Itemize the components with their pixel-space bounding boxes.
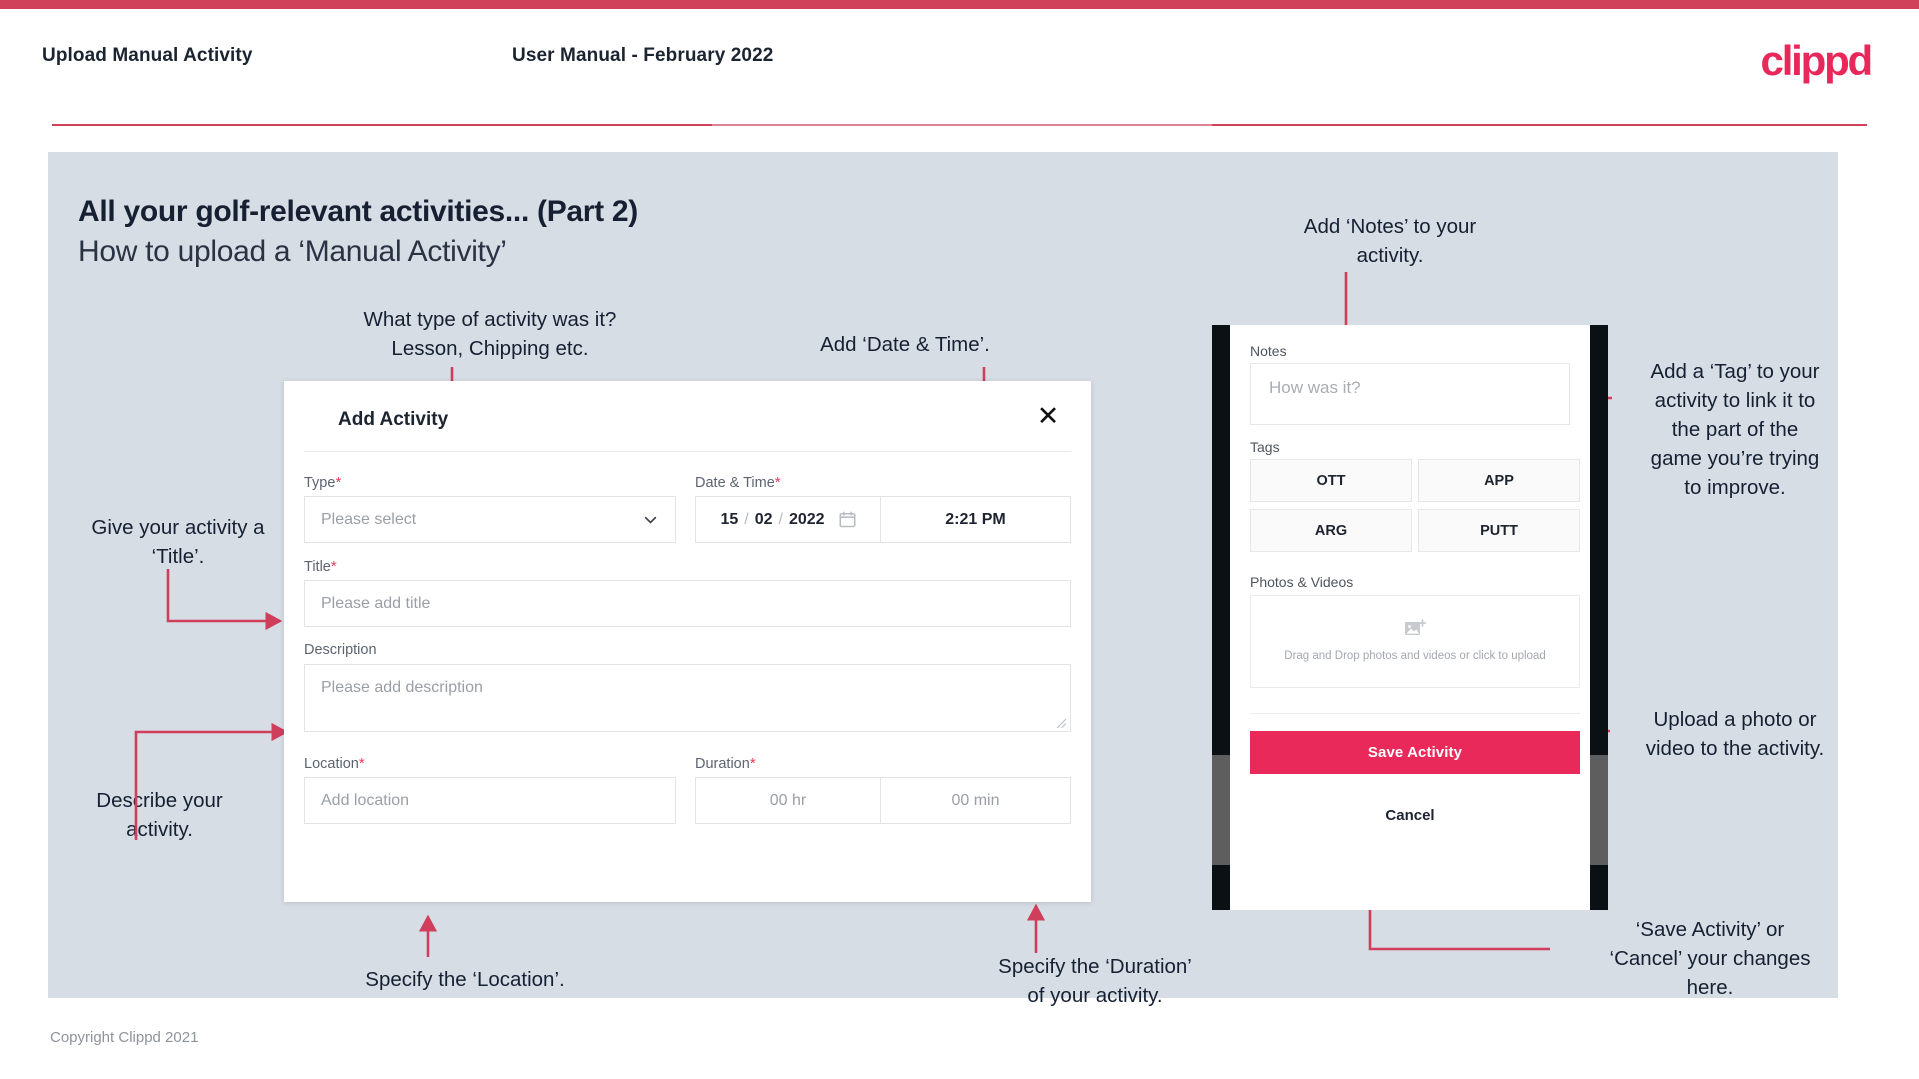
datetime-required-mark: * [774, 474, 781, 491]
footer-copyright: Copyright Clippd 2021 [50, 1029, 199, 1046]
type-label-text: Type [304, 475, 336, 491]
date-input[interactable]: 15 / 02 / 2022 [695, 496, 881, 543]
header-left-title: Upload Manual Activity [42, 45, 253, 66]
title-placeholder: Please add title [321, 594, 431, 612]
title-input[interactable]: Please add title [304, 580, 1071, 627]
annotation-tags: Add a ‘Tag’ to your activity to link it … [1650, 360, 1820, 499]
time-value: 2:21 PM [945, 510, 1006, 528]
type-required-mark: * [335, 474, 342, 491]
date-month: 02 [754, 510, 773, 528]
header-divider-mid [712, 124, 1212, 126]
tags-label: Tags [1250, 439, 1280, 455]
description-label-text: Description [304, 642, 377, 658]
annotation-type: What type of activity was it? Lesson, Ch… [363, 308, 617, 360]
description-placeholder: Please add description [321, 679, 483, 696]
description-textarea[interactable]: Please add description [304, 664, 1071, 732]
duration-hours-input[interactable]: 00 hr [695, 777, 881, 824]
notes-label: Notes [1250, 343, 1287, 359]
save-activity-button[interactable]: Save Activity [1250, 731, 1580, 774]
title-required-mark: * [330, 558, 337, 575]
datetime-label-text: Date & Time [695, 475, 775, 491]
tag-arg[interactable]: ARG [1250, 509, 1412, 552]
cancel-button[interactable]: Cancel [1230, 807, 1590, 824]
phone-scrollbar-right [1590, 755, 1608, 865]
date-sep-1: / [744, 510, 749, 528]
annotation-notes: Add ‘Notes’ to your activity. [1303, 215, 1477, 267]
duration-label: Duration* [695, 755, 756, 772]
date-day: 15 [720, 510, 739, 528]
chevron-down-icon [644, 516, 657, 524]
date-sep-2: / [778, 510, 783, 528]
clippd-logo: clippd [1760, 37, 1874, 84]
annotation-datetime: Add ‘Date & Time’. [820, 333, 990, 356]
annotation-location: Specify the ‘Location’. [365, 968, 565, 991]
location-label: Location* [304, 755, 365, 772]
phone-screen: Notes How was it? Tags OTT APP ARG PUTT … [1230, 325, 1590, 910]
slide-root: Upload Manual Activity User Manual - Feb… [0, 0, 1919, 1079]
annotation-save: ‘Save Activity’ or ‘Cancel’ your changes… [1609, 918, 1811, 999]
tag-app[interactable]: APP [1418, 459, 1580, 502]
duration-required-mark: * [749, 755, 756, 772]
type-placeholder: Please select [321, 510, 417, 528]
duration-label-text: Duration [695, 756, 750, 772]
time-input[interactable]: 2:21 PM [880, 496, 1071, 543]
top-accent-bar [0, 0, 1919, 9]
location-input[interactable]: Add location [304, 777, 676, 824]
header-center-title: User Manual - February 2022 [512, 45, 774, 66]
add-activity-dialog: Add Activity ✕ Type* Please select Date … [284, 381, 1091, 902]
dialog-title: Add Activity [338, 409, 449, 430]
location-required-mark: * [358, 755, 365, 772]
type-select[interactable]: Please select [304, 496, 676, 543]
add-image-icon [1405, 619, 1426, 635]
phone-scrollbar-left [1212, 755, 1230, 865]
notes-placeholder: How was it? [1269, 378, 1361, 397]
slide-subtitle: How to upload a ‘Manual Activity’ [78, 235, 507, 268]
photos-label: Photos & Videos [1250, 574, 1354, 590]
location-label-text: Location [304, 756, 359, 772]
photo-upload-dropzone[interactable]: Drag and Drop photos and videos or click… [1250, 595, 1580, 688]
close-icon[interactable]: ✕ [1031, 399, 1065, 433]
title-label-text: Title [304, 559, 331, 575]
annotation-photos: Upload a photo or video to the activity. [1645, 708, 1825, 760]
description-label: Description [304, 642, 377, 658]
notes-input[interactable]: How was it? [1250, 363, 1570, 425]
duration-minutes-input[interactable]: 00 min [880, 777, 1071, 824]
annotation-title: Give your activity a ‘Title’. [91, 516, 265, 568]
phone-divider [1250, 713, 1580, 714]
location-placeholder: Add location [321, 791, 410, 809]
duration-minutes-placeholder: 00 min [951, 791, 1000, 809]
slide-title: All your golf-relevant activities... (Pa… [78, 195, 638, 228]
header-divider-left [52, 124, 712, 126]
phone-frame-left [1212, 325, 1230, 910]
annotation-duration: Specify the ‘Duration’ of your activity. [998, 955, 1192, 1007]
tag-ott[interactable]: OTT [1250, 459, 1412, 502]
calendar-icon[interactable] [839, 511, 856, 528]
annotation-description: Describe your activity. [96, 789, 223, 841]
dialog-divider [304, 451, 1071, 452]
date-year: 2022 [788, 510, 825, 528]
phone-frame-right [1590, 325, 1608, 910]
duration-hours-placeholder: 00 hr [769, 791, 807, 809]
type-label: Type* [304, 474, 341, 491]
resize-grip-icon[interactable] [1056, 718, 1067, 729]
title-label: Title* [304, 558, 337, 575]
datetime-label: Date & Time* [695, 474, 781, 491]
header-divider-right [1212, 124, 1867, 126]
photo-upload-caption: Drag and Drop photos and videos or click… [1284, 650, 1546, 662]
tag-putt[interactable]: PUTT [1418, 509, 1580, 552]
